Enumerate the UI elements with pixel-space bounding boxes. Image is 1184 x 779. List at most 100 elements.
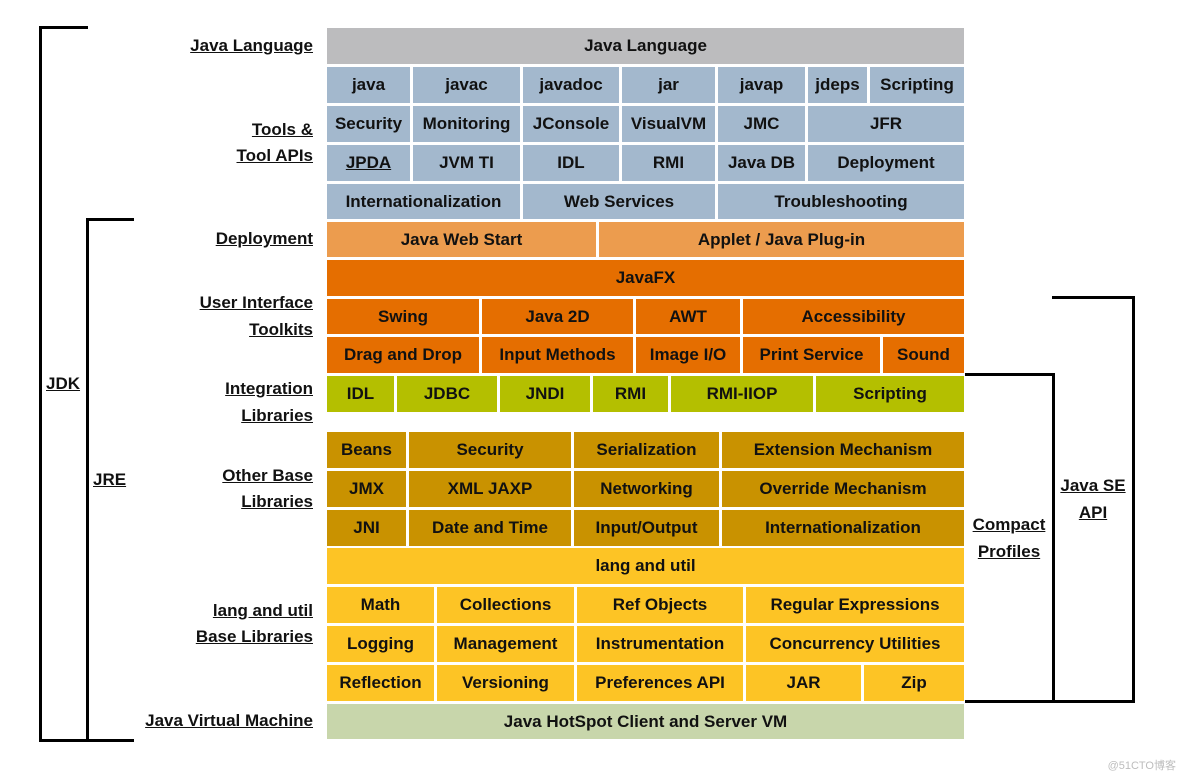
component-label: Drag and Drop [343, 345, 463, 364]
component-cell-tools[interactable]: java [327, 67, 410, 103]
component-cell-lang-util[interactable]: Reflection [327, 665, 434, 701]
label-java-language[interactable]: Java Language [190, 32, 313, 59]
component-cell-lang-util[interactable]: Zip [864, 665, 964, 701]
component-label: JavaFX [615, 268, 676, 287]
component-cell-other-base[interactable]: Extension Mechanism [722, 432, 964, 468]
component-label: Serialization [596, 440, 697, 459]
component-cell-tools[interactable]: Monitoring [413, 106, 520, 142]
component-label: Security [334, 114, 403, 133]
component-cell-integration[interactable]: RMI [593, 376, 668, 412]
component-cell-tools[interactable]: Scripting [870, 67, 964, 103]
component-cell-integration[interactable]: Scripting [816, 376, 964, 412]
component-cell-other-base[interactable]: Internationalization [722, 510, 964, 546]
component-cell-other-base[interactable]: Serialization [574, 432, 719, 468]
component-cell-ui[interactable]: Input Methods [482, 337, 633, 373]
component-label: Java Language [584, 36, 707, 55]
component-cell-ui[interactable]: AWT [636, 299, 740, 334]
component-cell-lang-util[interactable]: Concurrency Utilities [746, 626, 964, 662]
component-cell-tools[interactable]: RMI [622, 145, 715, 181]
component-cell-tools[interactable]: JFR [808, 106, 964, 142]
component-cell-integration[interactable]: JNDI [500, 376, 590, 412]
label-integration-line1[interactable]: Integration [225, 375, 313, 402]
component-cell-ui[interactable]: Accessibility [743, 299, 964, 334]
component-cell-lang-util[interactable]: Collections [437, 587, 574, 623]
compact-profiles-label-line2[interactable]: Profiles [970, 538, 1048, 565]
component-cell-other-base[interactable]: Networking [574, 471, 719, 507]
component-cell-lang-util[interactable]: lang and util [327, 548, 964, 584]
jdk-label[interactable]: JDK [46, 370, 80, 397]
component-cell-lang-util[interactable]: Ref Objects [577, 587, 743, 623]
component-cell-tools[interactable]: JVM TI [413, 145, 520, 181]
component-cell-tools[interactable]: Troubleshooting [718, 184, 964, 219]
label-integration-line2[interactable]: Libraries [241, 402, 313, 429]
component-cell-tools[interactable]: JMC [718, 106, 805, 142]
component-cell-ui[interactable]: JavaFX [327, 260, 964, 296]
component-cell-tools[interactable]: IDL [523, 145, 619, 181]
component-cell-lang-util[interactable]: Management [437, 626, 574, 662]
component-cell-tools[interactable]: VisualVM [622, 106, 715, 142]
component-cell-deployment[interactable]: Applet / Java Plug-in [599, 222, 964, 257]
component-label: JMX [349, 479, 384, 498]
component-cell-tools[interactable]: JConsole [523, 106, 619, 142]
component-cell-lang-util[interactable]: Logging [327, 626, 434, 662]
component-cell-tools[interactable]: Deployment [808, 145, 964, 181]
component-cell-lang-util[interactable]: Versioning [437, 665, 574, 701]
component-cell-tools[interactable]: javac [413, 67, 520, 103]
jre-label[interactable]: JRE [93, 466, 126, 493]
component-cell-tools[interactable]: jar [622, 67, 715, 103]
component-cell-other-base[interactable]: Date and Time [409, 510, 571, 546]
component-cell-tools[interactable]: Internationalization [327, 184, 520, 219]
component-cell-jvm[interactable]: Java HotSpot Client and Server VM [327, 704, 964, 739]
component-label: Monitoring [422, 114, 511, 133]
component-cell-ui[interactable]: Swing [327, 299, 479, 334]
component-cell-lang-util[interactable]: Regular Expressions [746, 587, 964, 623]
component-cell-tools[interactable]: Web Services [523, 184, 715, 219]
label-ui-line1[interactable]: User Interface [200, 289, 313, 316]
component-cell-other-base[interactable]: JNI [327, 510, 406, 546]
label-tools-line1[interactable]: Tools & [252, 116, 313, 143]
component-cell-tools[interactable]: javap [718, 67, 805, 103]
java-se-api-label-line1[interactable]: Java SE [1057, 472, 1129, 499]
component-cell-ui[interactable]: Java 2D [482, 299, 633, 334]
component-cell-integration[interactable]: IDL [327, 376, 394, 412]
component-cell-tools[interactable]: JPDA [327, 145, 410, 181]
component-label: RMI-IIOP [706, 384, 778, 403]
label-tools-line2[interactable]: Tool APIs [237, 142, 314, 169]
component-cell-language[interactable]: Java Language [327, 28, 964, 64]
component-label: Management [453, 634, 558, 653]
component-cell-tools[interactable]: javadoc [523, 67, 619, 103]
component-cell-lang-util[interactable]: Preferences API [577, 665, 743, 701]
component-cell-lang-util[interactable]: JAR [746, 665, 861, 701]
component-cell-other-base[interactable]: Input/Output [574, 510, 719, 546]
component-cell-ui[interactable]: Drag and Drop [327, 337, 479, 373]
component-cell-tools[interactable]: Java DB [718, 145, 805, 181]
component-cell-tools[interactable]: Security [327, 106, 410, 142]
component-cell-integration[interactable]: JDBC [397, 376, 497, 412]
component-cell-lang-util[interactable]: Instrumentation [577, 626, 743, 662]
component-label: JAR [786, 673, 821, 692]
component-cell-ui[interactable]: Print Service [743, 337, 880, 373]
component-cell-lang-util[interactable]: Math [327, 587, 434, 623]
component-cell-integration[interactable]: RMI-IIOP [671, 376, 813, 412]
label-deployment[interactable]: Deployment [216, 225, 313, 252]
component-cell-other-base[interactable]: JMX [327, 471, 406, 507]
component-label: Java HotSpot Client and Server VM [503, 711, 788, 731]
label-jvm[interactable]: Java Virtual Machine [145, 707, 313, 734]
component-cell-other-base[interactable]: XML JAXP [409, 471, 571, 507]
compact-profiles-label-line1[interactable]: Compact [970, 511, 1048, 538]
label-other-line1[interactable]: Other Base [222, 462, 313, 489]
component-label: XML JAXP [447, 479, 533, 498]
component-cell-other-base[interactable]: Override Mechanism [722, 471, 964, 507]
label-langutil-line1[interactable]: lang and util [213, 597, 313, 624]
component-label: JVM TI [439, 153, 494, 172]
label-ui-line2[interactable]: Toolkits [249, 316, 313, 343]
component-cell-deployment[interactable]: Java Web Start [327, 222, 596, 257]
component-cell-ui[interactable]: Image I/O [636, 337, 740, 373]
component-cell-other-base[interactable]: Security [409, 432, 571, 468]
label-other-line2[interactable]: Libraries [241, 488, 313, 515]
component-cell-tools[interactable]: jdeps [808, 67, 867, 103]
java-se-api-label-line2[interactable]: API [1057, 499, 1129, 526]
component-cell-other-base[interactable]: Beans [327, 432, 406, 468]
label-langutil-line2[interactable]: Base Libraries [196, 623, 313, 650]
component-cell-ui[interactable]: Sound [883, 337, 964, 373]
